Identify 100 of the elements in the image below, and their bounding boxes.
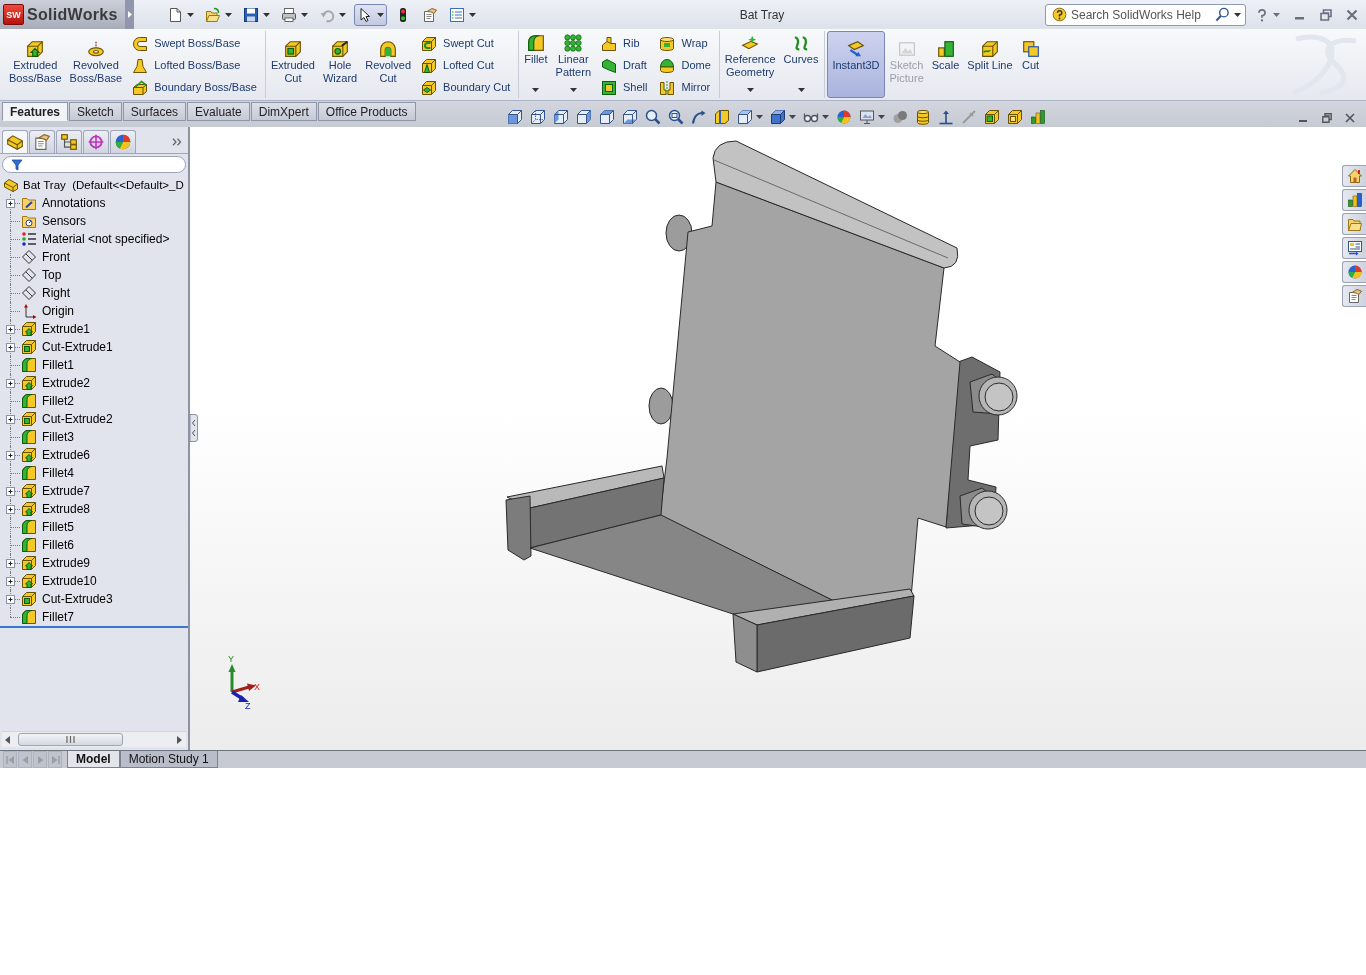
horizontal-scrollbar[interactable] — [2, 731, 186, 747]
command-button[interactable]: Scale — [928, 31, 963, 98]
caret-icon[interactable] — [755, 115, 763, 119]
command-button[interactable]: Draft — [598, 55, 651, 76]
plus-box-icon[interactable] — [6, 559, 15, 568]
tree-item-label[interactable]: Annotations — [42, 195, 106, 211]
task-pane-tab[interactable] — [1342, 165, 1366, 187]
tree-item-label[interactable]: Fillet3 — [42, 429, 74, 445]
study-tab[interactable]: Motion Study 1 — [119, 751, 218, 768]
caret-icon[interactable] — [877, 115, 885, 119]
magnifier-icon[interactable] — [644, 109, 661, 125]
panel-collapse-icon[interactable] — [190, 414, 198, 442]
cube-icon[interactable] — [621, 109, 638, 125]
command-button[interactable]: Wrap — [656, 33, 714, 54]
command-tab[interactable]: Evaluate — [187, 102, 250, 121]
tree-item-label[interactable]: Extrude10 — [42, 573, 97, 589]
plus-box-icon[interactable] — [6, 451, 15, 460]
task-pane-tab[interactable] — [1342, 237, 1366, 259]
command-button[interactable]: Lofted Boss/Base — [129, 55, 260, 76]
command-button[interactable]: Swept Boss/Base — [129, 33, 260, 54]
task-pane-tab[interactable] — [1342, 261, 1366, 283]
help-icon[interactable] — [1255, 7, 1269, 22]
select-button[interactable] — [354, 3, 387, 26]
curved-arrow-icon[interactable] — [690, 109, 707, 125]
search-icon[interactable] — [1215, 7, 1230, 22]
filter-field[interactable] — [2, 156, 186, 173]
tree-item-label[interactable]: Fillet6 — [42, 537, 74, 553]
command-button[interactable]: Dome — [656, 55, 714, 76]
command-tab[interactable]: Office Products — [317, 102, 416, 121]
command-button[interactable]: Revolved Cut — [362, 31, 415, 98]
cube-icon[interactable] — [529, 109, 546, 125]
sphere-icon[interactable] — [835, 109, 852, 125]
command-button[interactable]: Instant3D — [827, 31, 885, 98]
tree-item-label[interactable]: Extrude7 — [42, 483, 91, 499]
study-tab[interactable]: Model — [67, 751, 120, 768]
monitor-icon[interactable] — [858, 109, 875, 125]
command-button[interactable]: Hole Wizard — [319, 31, 361, 98]
search-field[interactable]: Search SolidWorks Help — [1045, 3, 1246, 26]
command-button[interactable]: Rib — [598, 33, 651, 54]
plus-box-icon[interactable] — [6, 325, 15, 334]
tree-item-label[interactable]: Cut-Extrude3 — [42, 591, 113, 607]
restore-icon[interactable] — [1322, 113, 1332, 123]
section-box-icon[interactable] — [713, 109, 730, 125]
tree-item-label[interactable]: Right — [42, 285, 70, 301]
tree-item-label[interactable]: Front — [42, 249, 70, 265]
tree-item-label[interactable]: Cut-Extrude1 — [42, 339, 113, 355]
tree-item-label[interactable]: Sensors — [42, 213, 87, 229]
tree-item-label[interactable]: Bat Tray (Default<<Default>_D — [23, 177, 184, 193]
cube-icon[interactable] — [552, 109, 569, 125]
panel-tab[interactable] — [83, 130, 109, 153]
panel-tab[interactable] — [29, 130, 55, 153]
command-tab[interactable]: DimXpert — [250, 102, 317, 121]
cube-icon[interactable] — [736, 109, 753, 125]
task-pane-tab[interactable] — [1342, 285, 1366, 307]
command-button[interactable]: Boundary Cut — [418, 77, 514, 98]
panel-tab[interactable] — [56, 130, 82, 153]
bar-chart-icon[interactable] — [1029, 109, 1046, 125]
plus-box-icon[interactable] — [6, 199, 15, 208]
command-button[interactable]: Revolved Boss/Base — [66, 31, 126, 98]
command-button[interactable]: Curves — [780, 31, 822, 98]
caret-icon[interactable] — [1234, 12, 1241, 17]
tree-item-label[interactable]: Fillet1 — [42, 357, 74, 373]
plus-box-icon[interactable] — [6, 343, 15, 352]
plus-box-icon[interactable] — [6, 505, 15, 514]
command-button[interactable]: Boundary Boss/Base — [129, 77, 260, 98]
magnifier-box-icon[interactable] — [667, 109, 684, 125]
left-arrow-icon[interactable] — [5, 735, 10, 744]
tree-item-label[interactable]: Material <not specified> — [42, 231, 170, 247]
plus-box-icon[interactable] — [6, 487, 15, 496]
tree-item-label[interactable]: Extrude6 — [42, 447, 91, 463]
close-icon[interactable] — [1346, 8, 1358, 21]
command-tab[interactable]: Features — [2, 102, 69, 121]
tree-item-label[interactable]: Fillet7 — [42, 609, 74, 625]
caret-icon[interactable] — [788, 115, 796, 119]
tree-item-label[interactable]: Origin — [42, 303, 74, 319]
double-chevron-icon[interactable] — [172, 137, 182, 146]
scroll-thumb[interactable] — [18, 733, 123, 746]
command-button[interactable]: Linear Pattern — [552, 31, 594, 98]
stacked-disks-icon[interactable] — [914, 109, 931, 125]
plus-box-icon[interactable] — [6, 595, 15, 604]
plus-box-icon[interactable] — [6, 415, 15, 424]
tree-item-label[interactable]: Fillet5 — [42, 519, 74, 535]
tree-item-label[interactable]: Top — [42, 267, 62, 283]
close-icon[interactable] — [1345, 113, 1355, 123]
tree-item-label[interactable]: Extrude9 — [42, 555, 91, 571]
tree-item-label[interactable]: Fillet2 — [42, 393, 74, 409]
command-button[interactable]: Lofted Cut — [418, 55, 514, 76]
plus-box-icon[interactable] — [6, 379, 15, 388]
panel-tab[interactable] — [2, 130, 28, 153]
right-arrow-icon[interactable] — [177, 735, 182, 744]
task-pane-tab[interactable] — [1342, 213, 1366, 235]
command-tab[interactable]: Sketch — [69, 102, 122, 121]
box-square-icon[interactable] — [983, 109, 1000, 125]
circles-icon[interactable] — [891, 109, 908, 125]
command-button[interactable]: Extruded Boss/Base — [6, 31, 65, 98]
command-button[interactable]: Split Line — [964, 31, 1016, 98]
cube-icon[interactable] — [598, 109, 615, 125]
command-button[interactable]: Swept Cut — [418, 33, 514, 54]
panel-tab[interactable] — [110, 130, 136, 153]
tree-item-label[interactable]: Fillet4 — [42, 465, 74, 481]
